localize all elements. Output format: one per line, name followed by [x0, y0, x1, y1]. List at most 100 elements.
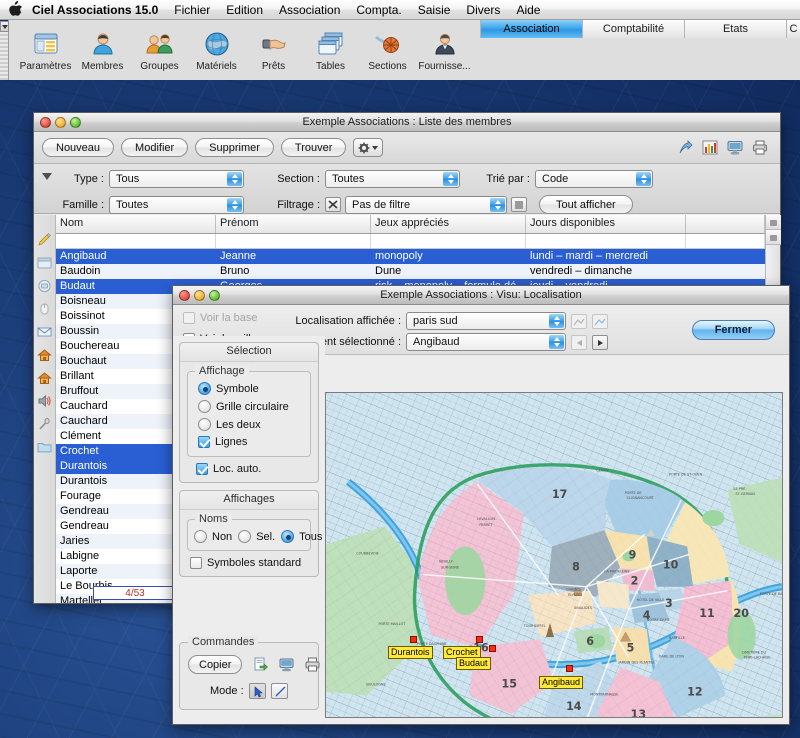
- stepper-arrows-icon[interactable]: [636, 171, 651, 186]
- monitor-icon[interactable]: [727, 140, 743, 155]
- bar-chart-icon[interactable]: [702, 140, 718, 155]
- column-header-nom[interactable]: Nom: [56, 215, 216, 233]
- column-header-extra[interactable]: [686, 215, 765, 233]
- option-grille-circulaire[interactable]: Grille circulaire: [198, 400, 302, 413]
- toolbar-button-fournisseurs[interactable]: Fournisse...: [417, 29, 472, 72]
- toolbar-button-tables[interactable]: Tables: [303, 29, 358, 72]
- table-row[interactable]: Baudoin Bruno Dune vendredi – dimanche: [56, 264, 765, 279]
- module-tabs[interactable]: Association Comptabilité Etats C: [480, 20, 800, 38]
- gear-menu-button[interactable]: [353, 138, 384, 157]
- filter-row-1[interactable]: Type : Tous Section : Toutes Trié par : …: [34, 168, 780, 189]
- menu-compta[interactable]: Compta.: [348, 0, 409, 20]
- member-toolbar[interactable]: Nouveau Modifier Supprimer Trouver: [34, 132, 780, 164]
- menu-bar[interactable]: Ciel Associations 15.0 Fichier Edition A…: [0, 0, 800, 20]
- noms-options[interactable]: Non Sel. Tous: [194, 530, 322, 543]
- loc-left-panel[interactable]: Sélection Affichage Symbole Grille circu…: [173, 336, 325, 724]
- pencil-icon[interactable]: [37, 233, 53, 248]
- map-marker-crochet[interactable]: [476, 636, 483, 643]
- zoom-button[interactable]: [209, 290, 220, 301]
- home-icon[interactable]: [36, 371, 53, 386]
- column-header-prenom[interactable]: Prénom: [216, 215, 371, 233]
- section-select[interactable]: Toutes: [325, 169, 460, 188]
- filter-row-2[interactable]: Famille : Toutes Filtrage : Pas de filtr…: [34, 194, 780, 215]
- microphone-icon[interactable]: [37, 417, 53, 432]
- map-label-budaut[interactable]: Budaut: [456, 657, 491, 670]
- map-label-durantois[interactable]: Durantois: [388, 646, 433, 659]
- symbole-radio[interactable]: [198, 382, 211, 395]
- new-button[interactable]: Nouveau: [42, 138, 115, 157]
- delete-button[interactable]: Supprimer: [195, 138, 274, 157]
- noms-sel-radio[interactable]: [238, 530, 252, 543]
- minimize-button[interactable]: [55, 117, 66, 128]
- option-noms-non[interactable]: Non: [194, 530, 232, 543]
- export-doc-icon[interactable]: [253, 657, 269, 672]
- tab-etats[interactable]: Etats: [684, 20, 786, 38]
- commands-row[interactable]: Copier: [188, 655, 320, 674]
- apple-icon[interactable]: [6, 1, 24, 18]
- copy-button[interactable]: Copier: [188, 655, 243, 674]
- map-marker-budaut[interactable]: [489, 645, 496, 652]
- toolbar-button-sections[interactable]: Sections: [360, 29, 415, 72]
- map-marker-durantois[interactable]: [410, 636, 417, 643]
- standard-symbols-row[interactable]: Symboles standard: [190, 557, 318, 569]
- menu-app-title[interactable]: Ciel Associations 15.0: [24, 0, 166, 20]
- window-icon[interactable]: [37, 256, 53, 271]
- disclosure-triangle-icon[interactable]: [42, 173, 52, 180]
- close-button[interactable]: [179, 290, 190, 301]
- option-lignes[interactable]: Lignes: [198, 436, 302, 448]
- menu-association[interactable]: Association: [271, 0, 348, 20]
- member-toolbar-right-icons[interactable]: [677, 140, 772, 155]
- stepper-arrows-icon[interactable]: [549, 314, 564, 328]
- family-select[interactable]: Toutes: [109, 195, 244, 214]
- see-base-checkbox-row[interactable]: Voir la base: [183, 312, 257, 324]
- toolbar-button-membres[interactable]: Membres: [75, 29, 130, 72]
- see-base-checkbox[interactable]: [183, 312, 195, 324]
- map-label-angibaud[interactable]: Angibaud: [539, 676, 584, 689]
- toolbar-button-prets[interactable]: Prêts: [246, 29, 301, 72]
- type-select[interactable]: Tous: [109, 169, 244, 188]
- home-icon[interactable]: [36, 348, 53, 363]
- noms-tous-radio[interactable]: [281, 530, 295, 543]
- list-side-rail[interactable]: [34, 215, 56, 603]
- tab-association[interactable]: Association: [480, 20, 582, 38]
- standard-symbols-checkbox[interactable]: [190, 557, 202, 569]
- scroll-step-button[interactable]: [766, 215, 781, 230]
- find-button[interactable]: Trouver: [280, 138, 347, 157]
- loc-auto-row[interactable]: Loc. auto.: [196, 463, 318, 475]
- menu-saisie[interactable]: Saisie: [410, 0, 459, 20]
- table-row[interactable]: Angibaud Jeanne monopoly lundi – mardi – me…: [56, 249, 765, 264]
- menu-aide[interactable]: Aide: [508, 0, 548, 20]
- tab-partial[interactable]: C: [786, 20, 800, 38]
- les-deux-radio[interactable]: [198, 418, 211, 431]
- arrow-cursor-icon[interactable]: [248, 683, 266, 699]
- toolbar-button-groupes[interactable]: Groupes: [132, 29, 187, 72]
- menu-divers[interactable]: Divers: [458, 0, 508, 20]
- loc-displayed-row[interactable]: Localisation affichée : paris sud: [291, 312, 608, 330]
- speaker-icon[interactable]: [37, 394, 53, 409]
- tab-comptabilite[interactable]: Comptabilité: [582, 20, 684, 38]
- window-controls[interactable]: [40, 117, 81, 128]
- stepper-arrows-icon[interactable]: [227, 171, 242, 186]
- zoom-in-map-button[interactable]: [592, 313, 608, 329]
- member-window-titlebar[interactable]: Exemple Associations : Liste des membres: [34, 113, 780, 132]
- loc-auto-checkbox[interactable]: [196, 463, 208, 475]
- filter-bar[interactable]: Type : Tous Section : Toutes Trié par : …: [34, 164, 780, 214]
- printer-icon[interactable]: [752, 140, 768, 155]
- minimize-button[interactable]: [194, 290, 205, 301]
- mouse-icon[interactable]: [37, 302, 53, 317]
- menu-edition[interactable]: Edition: [218, 0, 271, 20]
- grille-circulaire-radio[interactable]: [198, 400, 211, 413]
- show-all-button[interactable]: Tout afficher: [539, 195, 633, 214]
- table-header-row[interactable]: Nom Prénom Jeux appréciés Jours disponib…: [56, 215, 765, 234]
- zoom-out-map-button[interactable]: [571, 313, 587, 329]
- menu-fichier[interactable]: Fichier: [166, 0, 218, 20]
- column-header-jours[interactable]: Jours disponibles: [526, 215, 686, 233]
- option-noms-tous[interactable]: Tous: [281, 530, 322, 543]
- filtrage-select[interactable]: Pas de filtre: [345, 195, 507, 214]
- sort-select[interactable]: Code: [535, 169, 653, 188]
- line-tool-icon[interactable]: [270, 683, 288, 699]
- clear-filter-button[interactable]: [325, 197, 341, 212]
- option-noms-sel[interactable]: Sel.: [238, 530, 275, 543]
- lignes-checkbox[interactable]: [198, 436, 210, 448]
- loc-window-titlebar[interactable]: Exemple Associations : Visu: Localisatio…: [173, 286, 789, 305]
